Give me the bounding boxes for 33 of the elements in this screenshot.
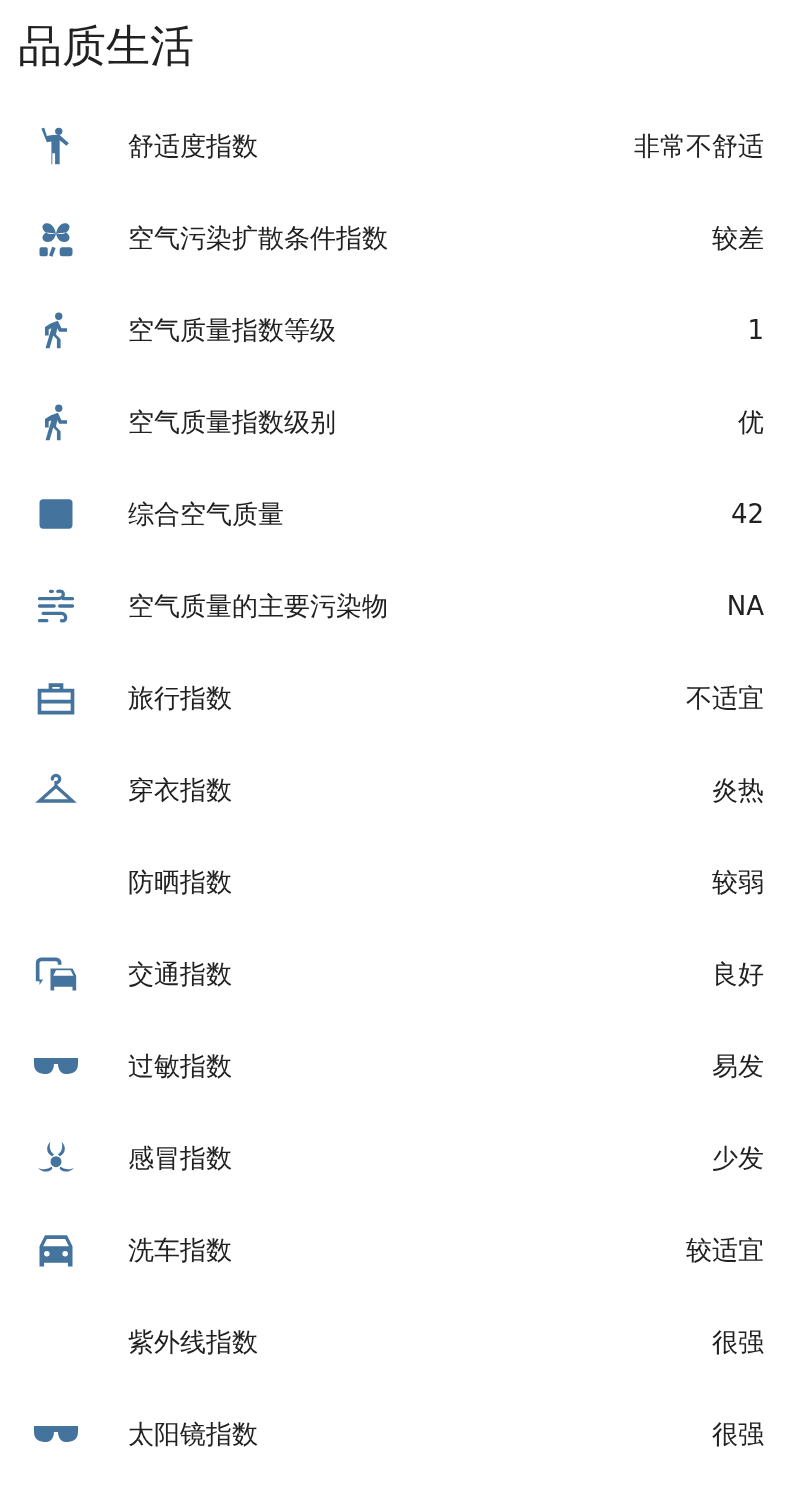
row-value: 良好 — [712, 957, 764, 991]
row-label: 防晒指数 — [128, 865, 233, 899]
row-value: 少发 — [712, 1141, 764, 1175]
row-label: 空气质量指数级别 — [128, 405, 337, 439]
row-label: 空气污染扩散条件指数 — [128, 221, 389, 255]
row-value: 较适宜 — [686, 1233, 764, 1267]
row-value: 较差 — [712, 221, 764, 255]
row-label: 旅行指数 — [128, 681, 233, 715]
row-value: 很强 — [712, 1417, 764, 1451]
row-label: 交通指数 — [128, 957, 233, 991]
row-label: 感冒指数 — [128, 1141, 233, 1175]
sunglasses-icon — [34, 1426, 78, 1442]
row-label: 紫外线指数 — [128, 1325, 259, 1359]
sunglasses-icon — [34, 1058, 78, 1074]
row-value: 炎热 — [712, 773, 764, 807]
row-value: 较弱 — [712, 865, 764, 899]
row-label: 太阳镜指数 — [128, 1417, 259, 1451]
row-value: NA — [726, 591, 764, 621]
row-value: 42 — [730, 499, 764, 529]
row-value: 非常不舒适 — [634, 129, 764, 163]
row-value: 1 — [747, 315, 764, 345]
row-label: 舒适度指数 — [128, 129, 259, 163]
row-label: 洗车指数 — [128, 1233, 233, 1267]
row-value: 易发 — [712, 1049, 764, 1083]
row-label: 综合空气质量 — [128, 497, 285, 531]
row-label: 空气质量指数等级 — [128, 313, 337, 347]
row-label: 空气质量的主要污染物 — [128, 589, 389, 623]
row-value: 不适宜 — [686, 681, 764, 715]
row-value: 优 — [738, 405, 764, 439]
row-label: 穿衣指数 — [128, 773, 233, 807]
row-value: 很强 — [712, 1325, 764, 1359]
row-label: 过敏指数 — [128, 1049, 233, 1083]
card-title: 品质生活 — [18, 19, 194, 73]
